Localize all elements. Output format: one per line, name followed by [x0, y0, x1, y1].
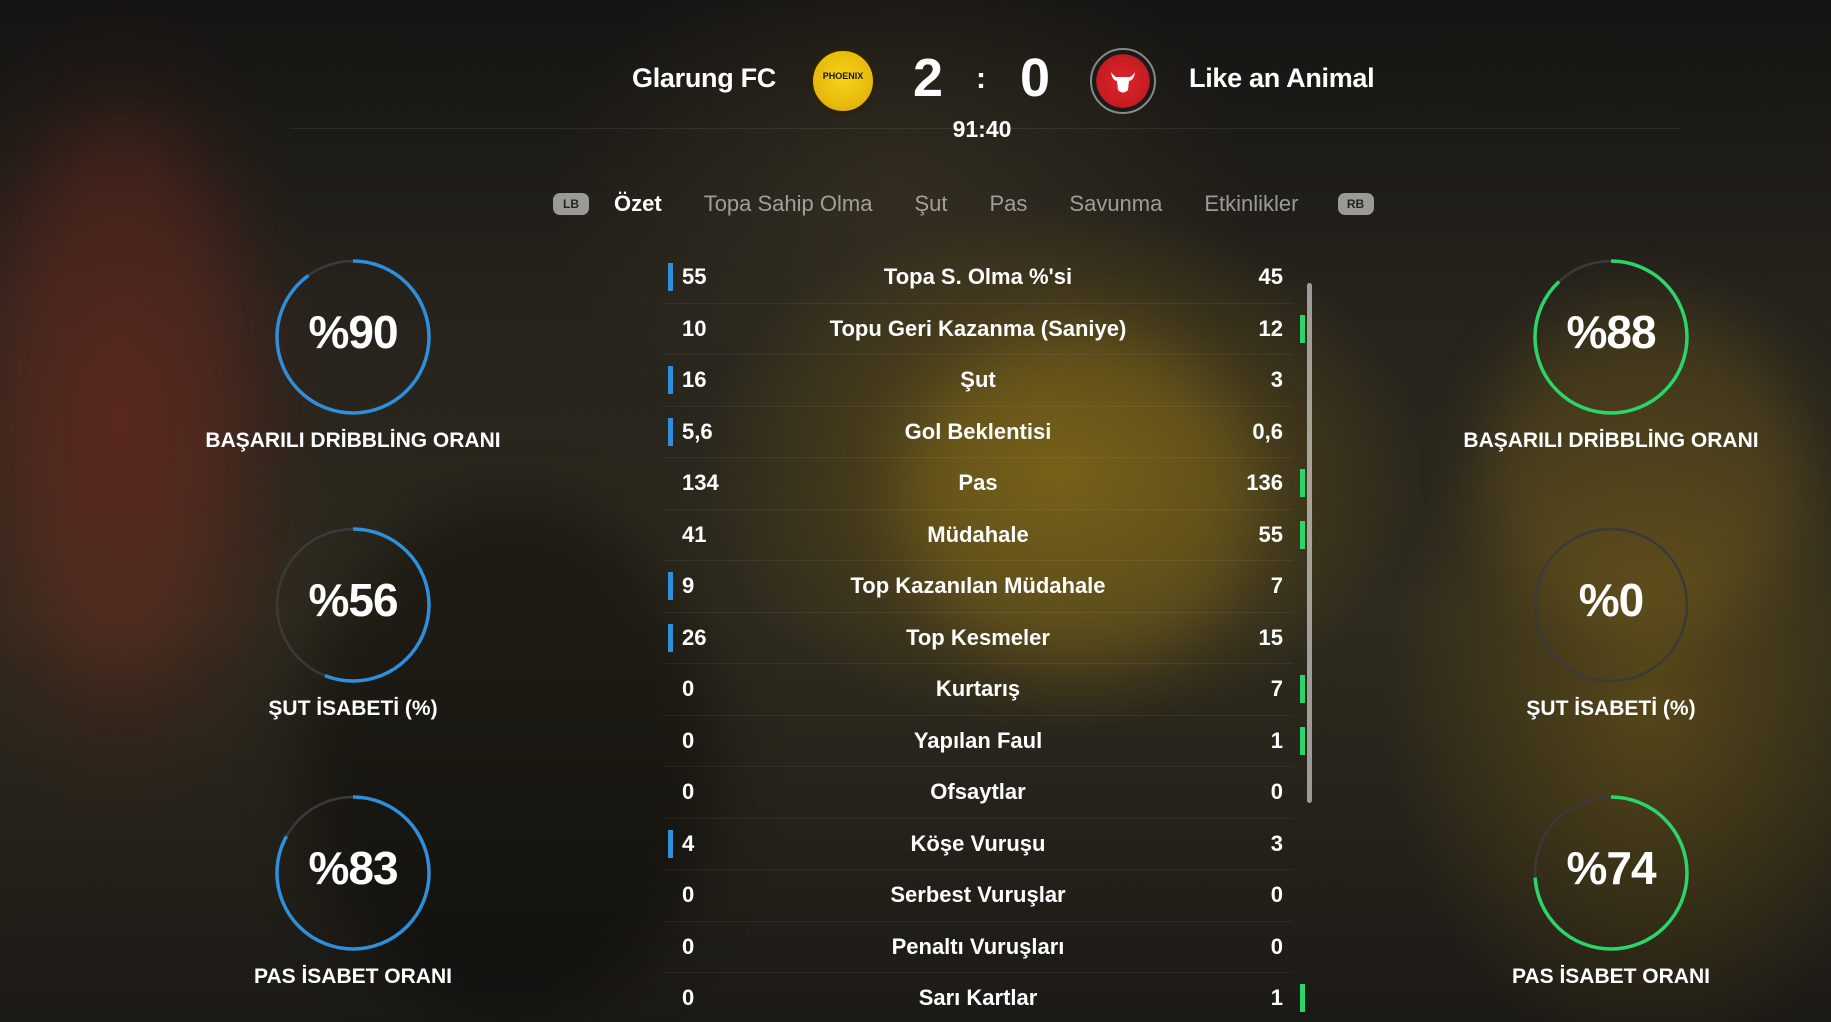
- stat-away-value: 0: [1270, 933, 1283, 959]
- stat-away-value: 1: [1270, 985, 1283, 1011]
- home-gauge-0: %90 BAŞARILI DRİBBLİNG ORANI: [193, 255, 513, 453]
- stat-row: 10 Topu Geri Kazanma (Saniye) 12: [663, 304, 1305, 355]
- stat-row: 5,6 Gol Beklentisi 0,6: [663, 407, 1293, 458]
- home-crest-wordmark: PHOENIX: [822, 71, 864, 81]
- stat-away-value: 136: [1246, 470, 1283, 496]
- away-gauge-2: %74 PAS İSABET ORANI: [1451, 791, 1771, 989]
- stat-row: 55 Topa S. Olma %'si 45: [663, 252, 1293, 304]
- away-leader-bar: [1300, 984, 1305, 1012]
- gauge-label: BAŞARILI DRİBBLİNG ORANI: [1463, 429, 1759, 452]
- gauge-percent: %74: [1566, 842, 1656, 894]
- away-gauge-1: %0 ŞUT İSABETİ (%): [1451, 523, 1771, 721]
- away-leader-bar: [1300, 520, 1305, 549]
- gauge-percent: %0: [1578, 574, 1644, 626]
- stat-label: Pas: [958, 470, 998, 496]
- home-gauge-2: %83 PAS İSABET ORANI: [193, 791, 513, 989]
- stats-tab-bar: LB Özet Topa Sahip Olma Şut Pas Savunma …: [553, 186, 1374, 222]
- home-score: 2: [913, 48, 944, 108]
- stat-row: 0 Kurtarış 7: [663, 664, 1305, 716]
- tab-possession[interactable]: Topa Sahip Olma: [704, 191, 873, 217]
- stat-row: 16 Şut 3: [663, 355, 1293, 407]
- tab-events[interactable]: Etkinlikler: [1204, 191, 1298, 217]
- stat-row: 0 Serbest Vuruşlar 0: [663, 870, 1293, 922]
- stat-label: Top Kazanılan Müdahale: [850, 573, 1106, 599]
- home-team-crest-icon: PHOENIX: [810, 48, 876, 114]
- gauge-percent: %88: [1566, 306, 1656, 358]
- stat-label: Gol Beklentisi: [904, 418, 1052, 444]
- gauge-percent: %90: [308, 306, 398, 358]
- gauge-percent: %56: [308, 574, 398, 626]
- stat-away-value: 3: [1270, 830, 1283, 856]
- stat-label: Kurtarış: [935, 676, 1021, 702]
- stat-label: Topa S. Olma %'si: [883, 264, 1073, 290]
- away-leader-bar: [1300, 469, 1305, 497]
- stats-table: 55 Topa S. Olma %'si 45 1 0 Topu Geri Kazanma…: [663, 252, 1305, 1022]
- away-leader-bar: [1300, 726, 1305, 755]
- bull-head-icon: [1111, 72, 1135, 93]
- away-score: 0: [1020, 48, 1051, 108]
- stat-away-value: 12: [1258, 315, 1283, 341]
- header-divider: [290, 128, 1680, 129]
- stat-label: Müdahale: [927, 521, 1029, 547]
- gauge-label: BAŞARILI DRİBBLİNG ORANI: [205, 429, 501, 452]
- stat-label: Köşe Vuruşu: [910, 830, 1046, 856]
- stat-row: 26 Top Kesmeler 15: [663, 613, 1293, 664]
- stats-scrollbar[interactable]: [1307, 283, 1312, 803]
- stat-label: Topu Geri Kazanma (Saniye): [829, 315, 1127, 341]
- gauge-label: PAS İSABET ORANI: [1512, 965, 1710, 988]
- gauge-percent: %83: [308, 842, 398, 894]
- away-team-name: Like an Animal: [1189, 63, 1375, 93]
- stat-row: 0 Penaltı Vuruşları 0: [663, 922, 1293, 973]
- match-clock: 91:40: [952, 116, 1012, 142]
- lb-button-icon[interactable]: LB: [553, 193, 589, 215]
- stat-away-value: 7: [1270, 573, 1283, 599]
- stat-label: Yapılan Faul: [913, 727, 1043, 753]
- tab-shots[interactable]: Şut: [914, 191, 947, 217]
- stat-row: 0 Sarı Kartlar 1: [663, 973, 1305, 1022]
- away-gauge-0: %88 BAŞARILI DRİBBLİNG ORANI: [1451, 255, 1771, 453]
- away-team-crest-icon: [1090, 48, 1156, 114]
- rb-button-icon[interactable]: RB: [1337, 193, 1374, 215]
- stat-row: 0 Yapılan Faul 1: [663, 716, 1305, 767]
- home-gauge-1: %56 ŞUT İSABETİ (%): [193, 523, 513, 721]
- stat-away-value: 55: [1258, 521, 1283, 547]
- stat-away-value: 1: [1270, 727, 1283, 753]
- tab-defense[interactable]: Savunma: [1069, 191, 1162, 217]
- stat-label: Serbest Vuruşlar: [890, 882, 1066, 908]
- gauge-label: PAS İSABET ORANI: [254, 965, 452, 988]
- gauge-label: ŞUT İSABETİ (%): [1526, 697, 1696, 720]
- stat-label: Ofsaytlar: [930, 779, 1026, 805]
- stat-row: 4 Köşe Vuruşu 3: [663, 819, 1293, 870]
- stat-label: Sarı Kartlar: [918, 985, 1038, 1011]
- score-separator: :: [976, 62, 986, 95]
- stat-label: Top Kesmeler: [906, 624, 1050, 650]
- stat-row: 0 Ofsaytlar 0: [663, 767, 1293, 819]
- tab-summary[interactable]: Özet: [614, 191, 662, 217]
- tab-passes[interactable]: Pas: [989, 191, 1027, 217]
- stat-away-value: 15: [1258, 624, 1283, 650]
- stat-label: Şut: [960, 367, 996, 393]
- stat-label: Penaltı Vuruşları: [891, 933, 1065, 959]
- stat-away-value: 0: [1270, 779, 1283, 805]
- stat-away-value: 0,6: [1252, 418, 1283, 444]
- stat-row: 134 Pas 136: [663, 458, 1305, 510]
- stat-away-value: 7: [1270, 676, 1283, 702]
- home-team-name: Glarung FC: [632, 63, 776, 93]
- gauge-label: ŞUT İSABETİ (%): [268, 697, 438, 720]
- stat-row: 9 Top Kazanılan Müdahale 7: [663, 561, 1293, 613]
- stat-away-value: 0: [1270, 882, 1283, 908]
- away-leader-bar: [1300, 675, 1305, 703]
- stat-away-value: 3: [1270, 367, 1283, 393]
- stat-row: 41 Müdahale 55: [663, 510, 1305, 561]
- stat-away-value: 45: [1258, 264, 1283, 290]
- away-leader-bar: [1300, 314, 1305, 343]
